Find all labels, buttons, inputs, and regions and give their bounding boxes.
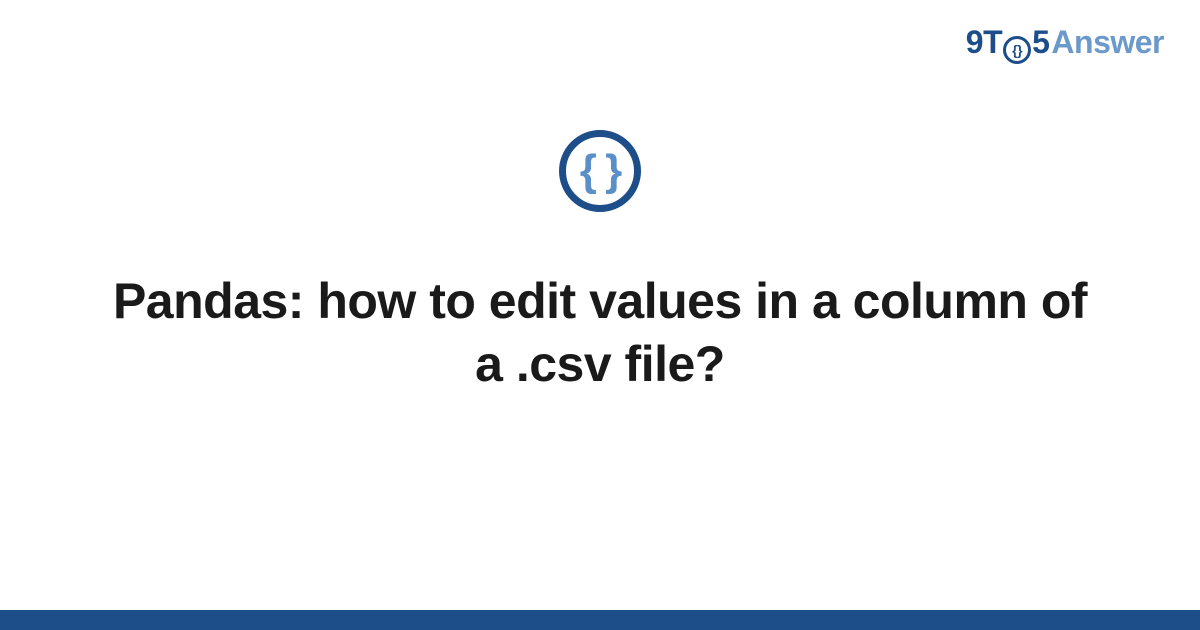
site-logo: 9T {} 5 Answer bbox=[966, 24, 1164, 62]
logo-circle-o-icon: {} bbox=[1003, 36, 1031, 64]
question-title: Pandas: how to edit values in a column o… bbox=[110, 270, 1090, 395]
logo-text-5: 5 bbox=[1032, 24, 1049, 61]
logo-text-9t: 9T bbox=[966, 24, 1002, 61]
logo-text-answer: Answer bbox=[1051, 24, 1164, 61]
logo-o-inner: {} bbox=[1012, 42, 1022, 58]
category-badge-icon: { } bbox=[559, 130, 641, 212]
footer-bar bbox=[0, 610, 1200, 630]
main-content: { } Pandas: how to edit values in a colu… bbox=[0, 130, 1200, 395]
code-braces-icon: { } bbox=[580, 149, 620, 193]
